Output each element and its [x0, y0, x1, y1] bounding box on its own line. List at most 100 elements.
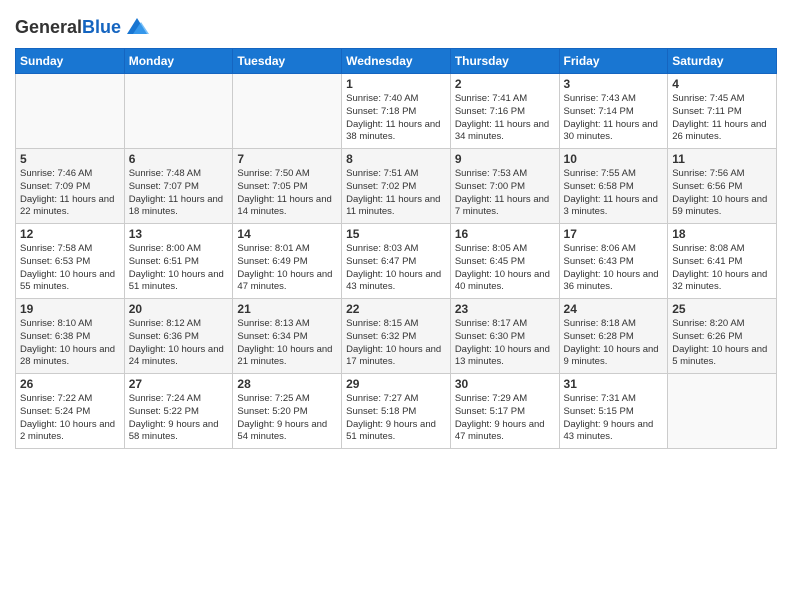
- day-number: 9: [455, 152, 555, 166]
- calendar-day-cell: 22 Sunrise: 8:15 AM Sunset: 6:32 PM Dayli…: [342, 299, 451, 374]
- day-number: 2: [455, 77, 555, 91]
- day-info: Sunrise: 8:15 AM Sunset: 6:32 PM Dayligh…: [346, 318, 446, 369]
- day-number: 16: [455, 227, 555, 241]
- calendar-header-row: SundayMondayTuesdayWednesdayThursdayFrid…: [16, 49, 777, 74]
- calendar-day-cell: 3 Sunrise: 7:43 AM Sunset: 7:14 PM Daylig…: [559, 74, 668, 149]
- day-info: Sunrise: 7:22 AM Sunset: 5:24 PM Dayligh…: [20, 393, 120, 444]
- calendar-header-cell: Tuesday: [233, 49, 342, 74]
- day-number: 17: [564, 227, 664, 241]
- calendar-day-cell: 15 Sunrise: 8:03 AM Sunset: 6:47 PM Dayli…: [342, 224, 451, 299]
- calendar-header-cell: Friday: [559, 49, 668, 74]
- day-number: 14: [237, 227, 337, 241]
- calendar-day-cell: 24 Sunrise: 8:18 AM Sunset: 6:28 PM Dayli…: [559, 299, 668, 374]
- calendar-header-cell: Sunday: [16, 49, 125, 74]
- logo: GeneralBlue: [15, 14, 151, 42]
- calendar-day-cell: 4Sunrise: 7:45 AM Sunset: 7:11 PM Daylig…: [668, 74, 777, 149]
- day-info: Sunrise: 8:18 AM Sunset: 6:28 PM Dayligh…: [564, 318, 664, 369]
- calendar-day-cell: 6 Sunrise: 7:48 AM Sunset: 7:07 PM Daylig…: [124, 149, 233, 224]
- calendar-week-row: 12Sunrise: 7:58 AM Sunset: 6:53 PM Dayli…: [16, 224, 777, 299]
- day-info: Sunrise: 7:31 AM Sunset: 5:15 PM Dayligh…: [564, 393, 664, 444]
- day-number: 19: [20, 302, 120, 316]
- day-number: 12: [20, 227, 120, 241]
- day-info: Sunrise: 7:29 AM Sunset: 5:17 PM Dayligh…: [455, 393, 555, 444]
- day-info: Sunrise: 7:43 AM Sunset: 7:14 PM Dayligh…: [564, 93, 664, 144]
- calendar-day-cell: 20 Sunrise: 8:12 AM Sunset: 6:36 PM Dayli…: [124, 299, 233, 374]
- calendar-week-row: 19 Sunrise: 8:10 AM Sunset: 6:38 PM Dayli…: [16, 299, 777, 374]
- logo-icon: [123, 14, 151, 42]
- day-number: 26: [20, 377, 120, 391]
- calendar-day-cell: [233, 74, 342, 149]
- day-number: 29: [346, 377, 446, 391]
- day-number: 31: [564, 377, 664, 391]
- calendar-day-cell: 28Sunrise: 7:25 AM Sunset: 5:20 PM Dayli…: [233, 374, 342, 449]
- day-number: 22: [346, 302, 446, 316]
- day-number: 21: [237, 302, 337, 316]
- day-info: Sunrise: 7:24 AM Sunset: 5:22 PM Dayligh…: [129, 393, 229, 444]
- day-number: 8: [346, 152, 446, 166]
- day-number: 5: [20, 152, 120, 166]
- day-number: 6: [129, 152, 229, 166]
- calendar-day-cell: 14 Sunrise: 8:01 AM Sunset: 6:49 PM Dayli…: [233, 224, 342, 299]
- calendar-day-cell: 1Sunrise: 7:40 AM Sunset: 7:18 PM Daylig…: [342, 74, 451, 149]
- day-number: 20: [129, 302, 229, 316]
- calendar-day-cell: 5 Sunrise: 7:46 AM Sunset: 7:09 PM Daylig…: [16, 149, 125, 224]
- day-number: 18: [672, 227, 772, 241]
- day-number: 11: [672, 152, 772, 166]
- day-number: 25: [672, 302, 772, 316]
- calendar-day-cell: [124, 74, 233, 149]
- day-info: Sunrise: 7:46 AM Sunset: 7:09 PM Dayligh…: [20, 168, 120, 219]
- day-info: Sunrise: 8:17 AM Sunset: 6:30 PM Dayligh…: [455, 318, 555, 369]
- calendar-day-cell: 16 Sunrise: 8:05 AM Sunset: 6:45 PM Dayli…: [450, 224, 559, 299]
- day-number: 23: [455, 302, 555, 316]
- calendar-day-cell: 9 Sunrise: 7:53 AM Sunset: 7:00 PM Daylig…: [450, 149, 559, 224]
- calendar-header-cell: Monday: [124, 49, 233, 74]
- day-info: Sunrise: 7:41 AM Sunset: 7:16 PM Dayligh…: [455, 93, 555, 144]
- day-info: Sunrise: 8:00 AM Sunset: 6:51 PM Dayligh…: [129, 243, 229, 294]
- day-info: Sunrise: 7:53 AM Sunset: 7:00 PM Dayligh…: [455, 168, 555, 219]
- day-info: Sunrise: 8:03 AM Sunset: 6:47 PM Dayligh…: [346, 243, 446, 294]
- calendar-day-cell: [16, 74, 125, 149]
- day-info: Sunrise: 8:13 AM Sunset: 6:34 PM Dayligh…: [237, 318, 337, 369]
- header: GeneralBlue: [15, 10, 777, 42]
- day-info: Sunrise: 8:10 AM Sunset: 6:38 PM Dayligh…: [20, 318, 120, 369]
- calendar-day-cell: 23 Sunrise: 8:17 AM Sunset: 6:30 PM Dayli…: [450, 299, 559, 374]
- day-number: 7: [237, 152, 337, 166]
- day-number: 27: [129, 377, 229, 391]
- calendar-day-cell: 26 Sunrise: 7:22 AM Sunset: 5:24 PM Dayli…: [16, 374, 125, 449]
- calendar-day-cell: [668, 374, 777, 449]
- day-info: Sunrise: 8:01 AM Sunset: 6:49 PM Dayligh…: [237, 243, 337, 294]
- calendar-day-cell: 13 Sunrise: 8:00 AM Sunset: 6:51 PM Dayli…: [124, 224, 233, 299]
- logo-blue-text: Blue: [82, 17, 121, 37]
- day-info: Sunrise: 8:06 AM Sunset: 6:43 PM Dayligh…: [564, 243, 664, 294]
- day-info: Sunrise: 8:08 AM Sunset: 6:41 PM Dayligh…: [672, 243, 772, 294]
- day-info: Sunrise: 7:48 AM Sunset: 7:07 PM Dayligh…: [129, 168, 229, 219]
- calendar-day-cell: 2 Sunrise: 7:41 AM Sunset: 7:16 PM Daylig…: [450, 74, 559, 149]
- day-info: Sunrise: 7:51 AM Sunset: 7:02 PM Dayligh…: [346, 168, 446, 219]
- day-number: 30: [455, 377, 555, 391]
- calendar-header-cell: Saturday: [668, 49, 777, 74]
- day-number: 3: [564, 77, 664, 91]
- calendar-day-cell: 27 Sunrise: 7:24 AM Sunset: 5:22 PM Dayli…: [124, 374, 233, 449]
- day-info: Sunrise: 7:40 AM Sunset: 7:18 PM Dayligh…: [346, 93, 446, 144]
- calendar-header-cell: Wednesday: [342, 49, 451, 74]
- calendar-day-cell: 12Sunrise: 7:58 AM Sunset: 6:53 PM Dayli…: [16, 224, 125, 299]
- day-info: Sunrise: 7:56 AM Sunset: 6:56 PM Dayligh…: [672, 168, 772, 219]
- logo-general-text: General: [15, 17, 82, 37]
- calendar-day-cell: 18 Sunrise: 8:08 AM Sunset: 6:41 PM Dayli…: [668, 224, 777, 299]
- day-info: Sunrise: 7:55 AM Sunset: 6:58 PM Dayligh…: [564, 168, 664, 219]
- calendar-header-cell: Thursday: [450, 49, 559, 74]
- day-number: 24: [564, 302, 664, 316]
- calendar-day-cell: 7 Sunrise: 7:50 AM Sunset: 7:05 PM Daylig…: [233, 149, 342, 224]
- calendar-day-cell: 11 Sunrise: 7:56 AM Sunset: 6:56 PM Dayli…: [668, 149, 777, 224]
- day-number: 13: [129, 227, 229, 241]
- page: GeneralBlue SundayMondayTuesdayWednesday…: [0, 0, 792, 459]
- day-info: Sunrise: 7:50 AM Sunset: 7:05 PM Dayligh…: [237, 168, 337, 219]
- calendar-week-row: 26 Sunrise: 7:22 AM Sunset: 5:24 PM Dayli…: [16, 374, 777, 449]
- day-info: Sunrise: 8:20 AM Sunset: 6:26 PM Dayligh…: [672, 318, 772, 369]
- calendar-day-cell: 10 Sunrise: 7:55 AM Sunset: 6:58 PM Dayli…: [559, 149, 668, 224]
- day-number: 10: [564, 152, 664, 166]
- day-number: 15: [346, 227, 446, 241]
- calendar-day-cell: 19 Sunrise: 8:10 AM Sunset: 6:38 PM Dayli…: [16, 299, 125, 374]
- day-info: Sunrise: 8:05 AM Sunset: 6:45 PM Dayligh…: [455, 243, 555, 294]
- day-info: Sunrise: 8:12 AM Sunset: 6:36 PM Dayligh…: [129, 318, 229, 369]
